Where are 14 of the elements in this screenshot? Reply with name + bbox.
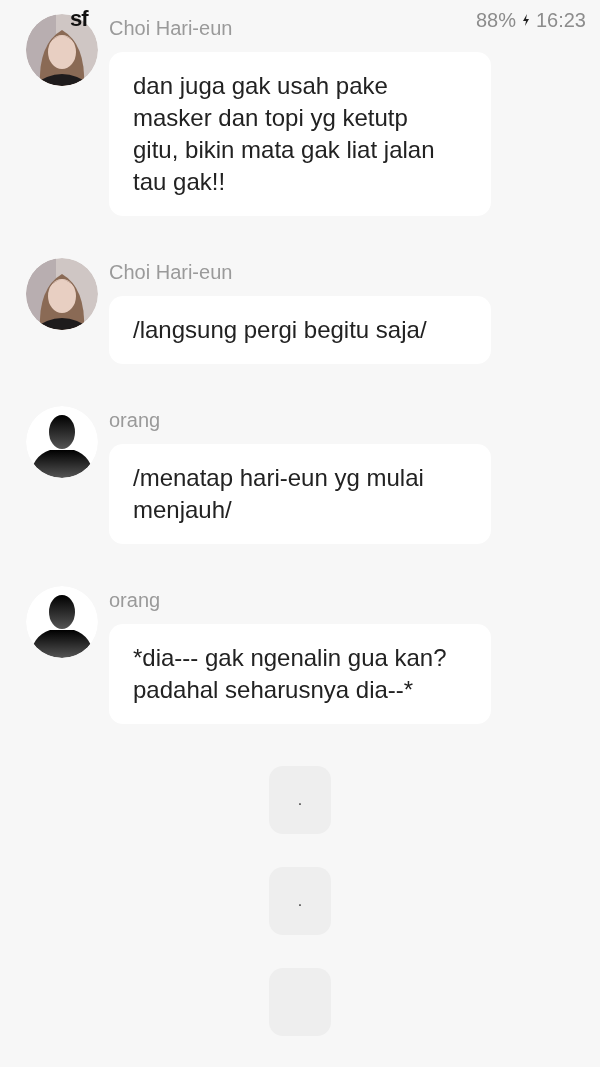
sender-name: orang — [109, 588, 161, 613]
status-time: 16:23 — [535, 8, 586, 32]
sender-name: Choi Hari-eun — [109, 16, 233, 41]
message-bubble: dan juga gak usah pake masker dan topi yg ketutp gitu, bikin mata gak liat jalan tau gak!! — [109, 52, 491, 216]
sender-name: Choi Hari-eun — [109, 260, 233, 285]
charging-icon — [521, 14, 530, 26]
app-logo: sf — [70, 6, 88, 32]
battery-level: 88% — [475, 8, 516, 32]
sender-name: orang — [109, 408, 161, 433]
narration-bubble: . — [269, 766, 331, 834]
message-bubble: /langsung pergi begitu saja/ — [109, 296, 491, 364]
narration-bubble: . — [269, 867, 331, 935]
message-bubble: /menatap hari-eun yg mulai menjauh/ — [109, 444, 491, 544]
message-bubble: *dia--- gak ngenalin gua kan? padahal seharusnya dia--* — [109, 624, 491, 724]
